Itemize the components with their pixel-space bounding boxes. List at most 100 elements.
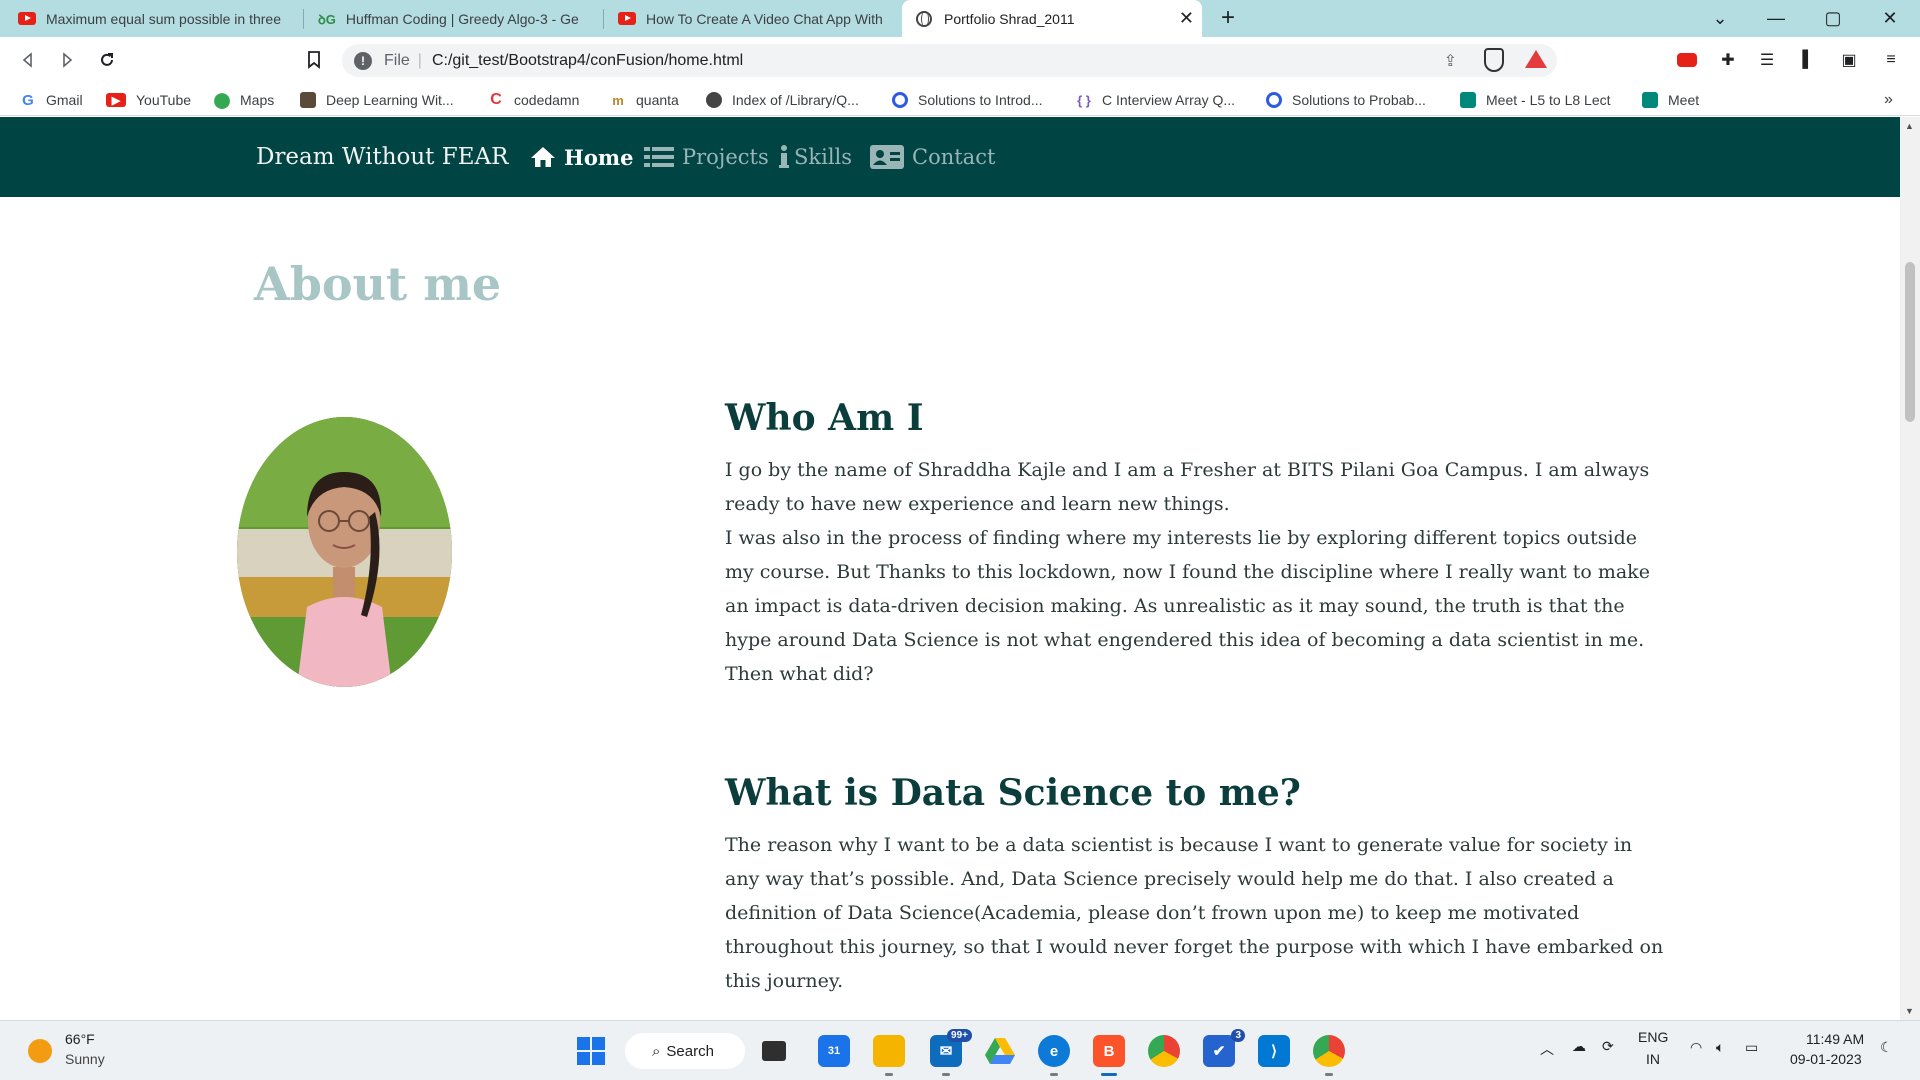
bookmark-label: quanta xyxy=(636,92,679,108)
reload-button[interactable] xyxy=(93,46,121,74)
bookmark-maps[interactable]: ⬤ Maps xyxy=(213,90,275,110)
info-icon[interactable]: ! xyxy=(354,51,372,70)
who-am-i-paragraph-1: I go by the name of Shraddha Kajle and I… xyxy=(725,459,1650,515)
search-icon: ⌕ xyxy=(652,1042,661,1060)
tab-title: How To Create A Video Chat App With xyxy=(646,10,883,27)
youtube-extension-icon[interactable] xyxy=(1676,49,1698,71)
bookmark-icon xyxy=(308,51,320,69)
search-q-icon xyxy=(1266,92,1282,108)
bookmark-solutions-probab[interactable]: Solutions to Probab... xyxy=(1266,90,1426,110)
wallet-icon[interactable]: ▣ xyxy=(1838,49,1860,71)
bookmark-label: Meet xyxy=(1668,92,1700,108)
tab-separator xyxy=(303,9,304,29)
start-windows-icon[interactable] xyxy=(575,1035,607,1067)
bookmark-c-interview[interactable]: { } C Interview Array Q... xyxy=(1076,90,1235,110)
calendar-app-icon[interactable]: 31 xyxy=(818,1035,850,1067)
sidebar-toggle-icon[interactable]: ▌ xyxy=(1797,49,1819,71)
tray-overflow-chevron-icon[interactable]: ︿ xyxy=(1540,1039,1554,1059)
bookmark-codedamn[interactable]: C codedamn xyxy=(488,90,579,110)
bookmark-label: C Interview Array Q... xyxy=(1102,92,1236,108)
section-heading-data-science: What is Data Science to me? xyxy=(725,772,1301,814)
tab-portfolio[interactable]: Portfolio Shrad_2011 ✕ xyxy=(902,0,1202,37)
file-explorer-icon[interactable] xyxy=(873,1035,905,1076)
media-queue-icon[interactable]: ☰ xyxy=(1756,49,1778,71)
google-drive-icon[interactable] xyxy=(984,1035,1016,1067)
menu-icon[interactable]: ≡ xyxy=(1880,49,1902,71)
tab-huffman-coding[interactable]: ꝺG Huffman Coding | Greedy Algo-3 - Ge xyxy=(306,0,600,37)
about-heading: About me xyxy=(254,257,502,311)
clock-time[interactable]: 11:49 AM xyxy=(1806,1031,1864,1047)
bookmark-solutions-introd[interactable]: Solutions to Introd... xyxy=(892,90,1043,110)
youtube-icon: ▶ xyxy=(106,93,126,107)
bookmark-label: Solutions to Introd... xyxy=(918,92,1043,108)
bookmark-meet[interactable]: Meet xyxy=(1642,90,1699,110)
close-window-button[interactable]: ✕ xyxy=(1876,4,1904,32)
forward-button[interactable] xyxy=(53,46,81,74)
notification-moon-icon[interactable]: ☾ xyxy=(1880,1039,1893,1056)
nav-projects[interactable]: Projects xyxy=(644,117,769,197)
extensions-puzzle-icon[interactable]: ✚ xyxy=(1717,49,1739,71)
volume-icon[interactable]: 🔈︎ xyxy=(1716,1039,1724,1056)
nav-label: Contact xyxy=(912,145,996,169)
vscode-icon[interactable]: ⟩ xyxy=(1258,1035,1290,1067)
mail-app-icon[interactable]: ✉ 99+ xyxy=(930,1029,972,1076)
site-brand[interactable]: Dream Without FEAR xyxy=(256,117,508,197)
meet-icon xyxy=(1642,92,1658,108)
onedrive-cloud-icon[interactable]: ☁ xyxy=(1572,1038,1586,1055)
bookmark-deep-learning[interactable]: Deep Learning Wit... xyxy=(300,90,454,110)
new-tab-button[interactable]: + xyxy=(1214,4,1242,32)
taskbar-search-box[interactable]: ⌕ Search xyxy=(625,1033,745,1069)
bookmark-quanta[interactable]: m quanta xyxy=(610,90,679,110)
bookmark-gmail[interactable]: G Gmail xyxy=(20,90,82,110)
task-view-icon[interactable] xyxy=(762,1041,786,1061)
maps-pin-icon: ⬤ xyxy=(213,92,231,109)
edge-browser-icon[interactable]: e xyxy=(1038,1035,1070,1076)
nav-label: Projects xyxy=(682,145,769,169)
maximize-button[interactable]: ▢ xyxy=(1819,4,1847,32)
bookmark-youtube[interactable]: ▶ YouTube xyxy=(106,90,191,110)
back-arrow-icon xyxy=(22,52,32,68)
tab-search-button[interactable]: ⌄ xyxy=(1706,4,1734,32)
tab-title: Huffman Coding | Greedy Algo-3 - Ge xyxy=(345,10,579,27)
nav-contact[interactable]: Contact xyxy=(870,117,995,197)
bookmark-label: codedamn xyxy=(514,92,580,108)
language-indicator[interactable]: ENG xyxy=(1638,1029,1668,1045)
battery-icon[interactable]: ▭ xyxy=(1745,1039,1758,1056)
bookmark-page-button[interactable] xyxy=(300,46,328,74)
sync-icon[interactable]: ⟳ xyxy=(1602,1038,1614,1055)
tab-title: Portfolio Shrad_2011 xyxy=(944,10,1075,27)
address-bar[interactable]: ! File | C:/git_test/Bootstrap4/conFusio… xyxy=(342,44,1557,77)
minimize-button[interactable]: — xyxy=(1762,4,1790,32)
scroll-down-arrow-icon[interactable]: ▼ xyxy=(1905,1006,1914,1016)
wifi-icon[interactable]: ◠ xyxy=(1690,1039,1702,1056)
brave-shield-icon[interactable] xyxy=(1484,48,1504,72)
url-text[interactable]: C:/git_test/Bootstrap4/conFusion/home.ht… xyxy=(432,52,743,70)
tab-maximum-equal-sum[interactable]: Maximum equal sum possible in three xyxy=(6,0,300,37)
region-indicator[interactable]: IN xyxy=(1646,1051,1660,1067)
tab-strip: Maximum equal sum possible in three ꝺG H… xyxy=(0,0,1920,37)
close-tab-icon[interactable]: ✕ xyxy=(1179,8,1194,29)
brave-rewards-icon[interactable] xyxy=(1525,50,1547,68)
more-bookmarks-button[interactable]: » xyxy=(1884,90,1893,110)
bookmark-label: Deep Learning Wit... xyxy=(326,92,454,108)
tab-video-chat-app[interactable]: How To Create A Video Chat App With xyxy=(606,0,900,37)
clock-date[interactable]: 09-01-2023 xyxy=(1790,1051,1862,1067)
nav-home[interactable]: Home xyxy=(530,117,633,197)
bookmark-meet-lectures[interactable]: Meet - L5 to L8 Lect xyxy=(1460,90,1611,110)
scroll-up-arrow-icon[interactable]: ▲ xyxy=(1905,121,1914,131)
weather-temperature[interactable]: 66°F xyxy=(65,1031,95,1047)
weather-description[interactable]: Sunny xyxy=(65,1051,105,1067)
chrome-browser-icon[interactable] xyxy=(1148,1035,1180,1067)
page-scrollbar[interactable]: ▲ ▼ xyxy=(1900,117,1920,1020)
back-button[interactable] xyxy=(14,46,42,74)
quanta-icon: m xyxy=(612,92,624,108)
sun-weather-icon[interactable] xyxy=(28,1039,52,1063)
profile-photo xyxy=(237,417,452,687)
todo-app-icon[interactable]: ✔ 3 xyxy=(1203,1029,1245,1067)
chrome-profile-icon[interactable] xyxy=(1313,1035,1345,1076)
bookmark-index-library[interactable]: Index of /Library/Q... xyxy=(706,90,859,110)
scrollbar-thumb[interactable] xyxy=(1905,262,1915,422)
nav-skills[interactable]: Skills xyxy=(779,117,852,197)
share-icon[interactable]: ⇪ xyxy=(1444,51,1457,71)
brave-browser-icon[interactable]: B xyxy=(1093,1035,1125,1076)
